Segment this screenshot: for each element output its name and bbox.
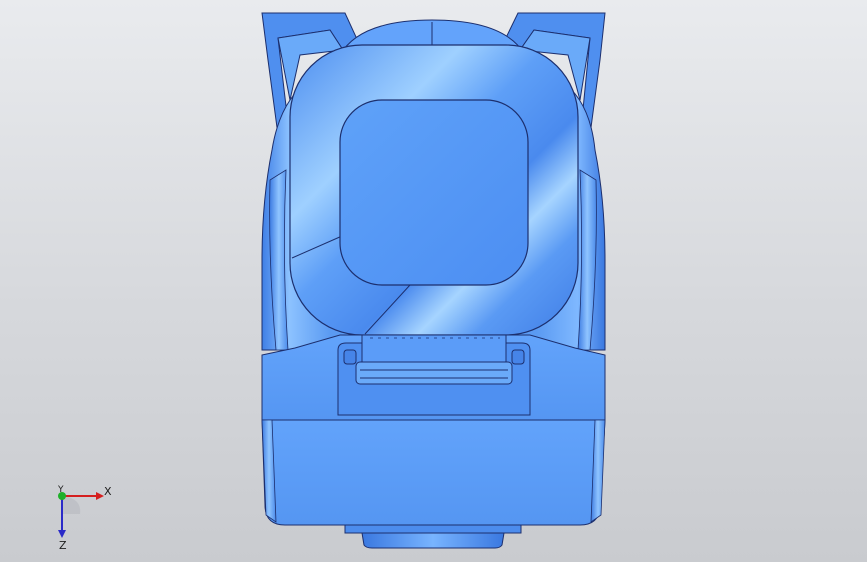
x-axis-label: X <box>104 485 112 498</box>
mount-foot <box>361 532 505 549</box>
base-housing <box>261 419 606 526</box>
mount-plate <box>344 524 522 534</box>
x-axis-arrow <box>96 492 104 500</box>
y-axis-label: Y <box>57 485 64 495</box>
lens-window <box>339 99 529 286</box>
graphics-viewport[interactable]: X Y Z <box>0 0 867 562</box>
orientation-triad[interactable]: X Y Z <box>40 480 120 550</box>
connector-panel <box>337 334 531 416</box>
z-axis-arrow <box>58 530 66 538</box>
z-axis-label: Z <box>59 539 67 550</box>
camera-model-3d[interactable] <box>0 0 867 562</box>
